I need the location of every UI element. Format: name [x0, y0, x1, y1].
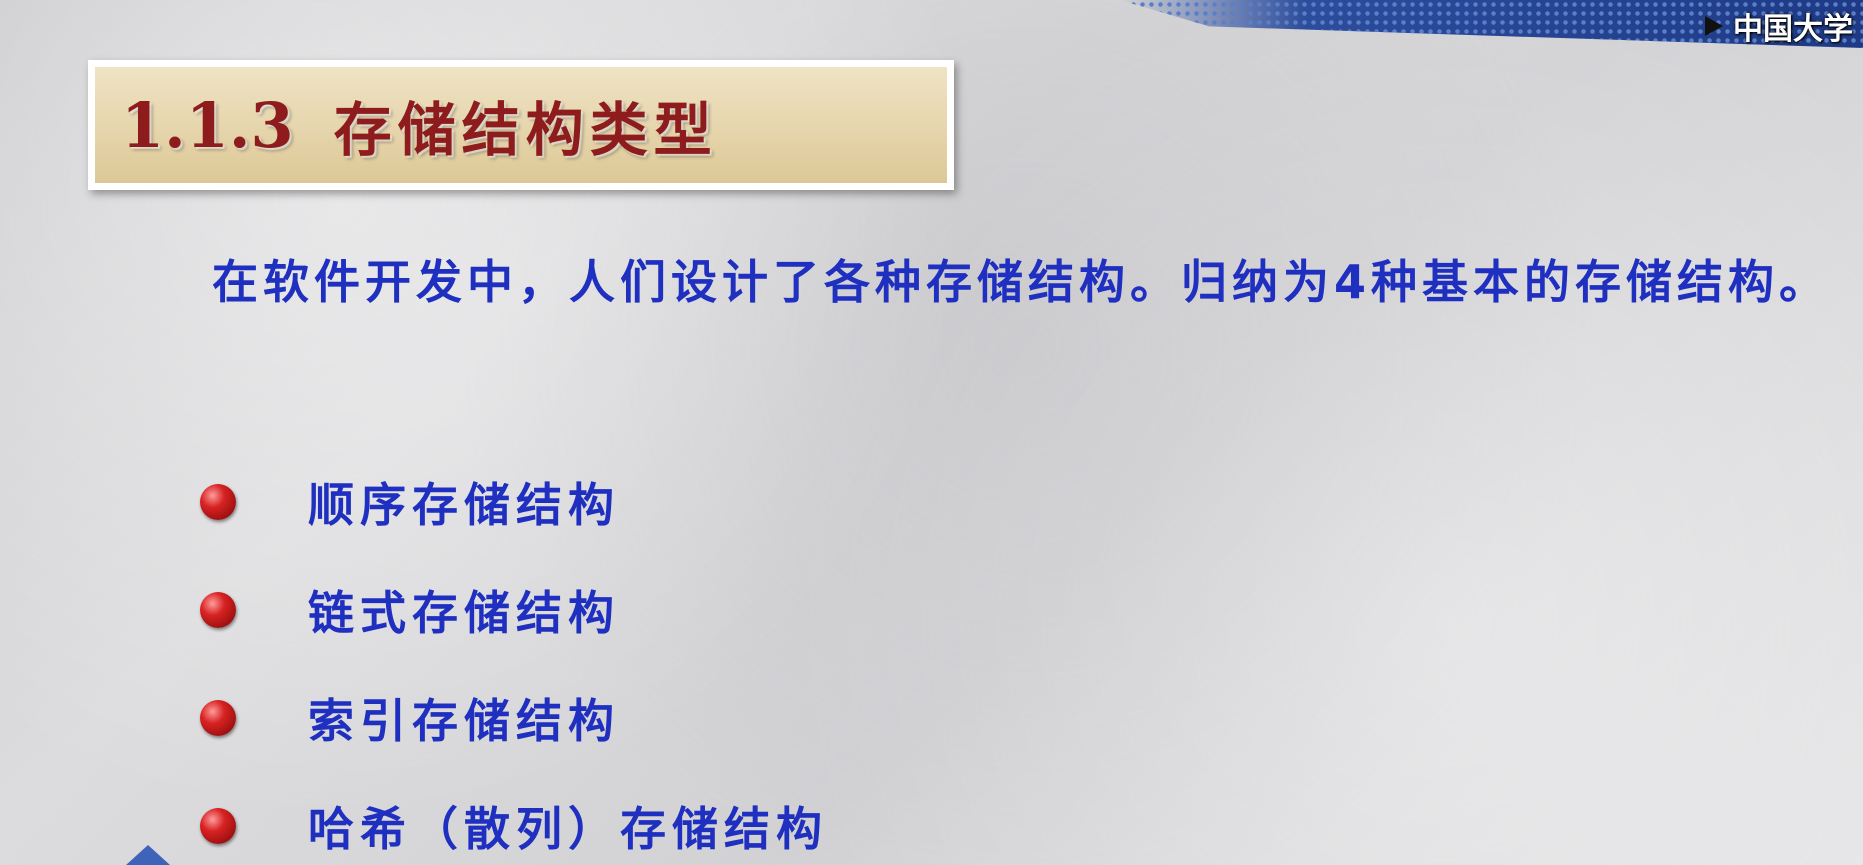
storage-structure-list: 顺序存储结构 链式存储结构 索引存储结构 哈希（散列）存储结构 [200, 448, 828, 865]
bullet-icon [200, 592, 236, 628]
list-item: 顺序存储结构 [200, 448, 828, 556]
list-item-label: 索引存储结构 [308, 694, 620, 748]
bullet-icon [200, 808, 236, 844]
section-title: 存储结构类型 [333, 96, 718, 164]
list-item-label: 顺序存储结构 [308, 478, 620, 532]
section-title-box: 1.1.3 存储结构类型 [88, 60, 954, 190]
list-item: 链式存储结构 [200, 556, 828, 664]
list-item: 索引存储结构 [200, 664, 828, 772]
section-number: 1.1.3 [121, 88, 294, 162]
watermark-text: 中国大学 [1733, 12, 1853, 47]
list-item-label: 哈希（散列）存储结构 [308, 802, 828, 856]
list-item: 哈希（散列）存储结构 [200, 772, 828, 865]
bullet-icon [200, 700, 236, 736]
list-item-label: 链式存储结构 [308, 586, 620, 640]
watermark-logo: 中国大学 [1697, 6, 1863, 47]
play-icon [1705, 16, 1723, 36]
bullet-icon [200, 484, 236, 520]
corner-triangle-icon [126, 845, 170, 865]
intro-paragraph: 在软件开发中，人们设计了各种存储结构。归纳为4种基本的存储结构。 [212, 255, 1831, 309]
